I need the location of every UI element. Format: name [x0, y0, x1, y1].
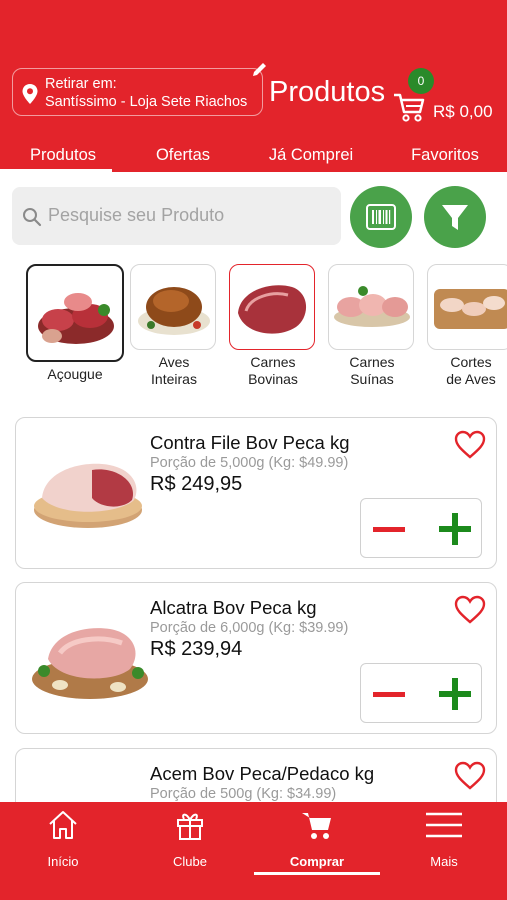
- category-carnes-bovinas[interactable]: Carnes Bovinas: [229, 264, 317, 388]
- category-image: [328, 264, 414, 350]
- nav-label: Início: [47, 854, 79, 869]
- category-image: [427, 264, 507, 350]
- category-label: Açougue: [47, 366, 103, 382]
- category-image: [229, 264, 315, 350]
- plus-icon: [452, 513, 458, 545]
- pickup-store-name: Santíssimo - Loja Sete Riachos: [45, 94, 248, 110]
- nav-label: Mais: [430, 854, 458, 869]
- nav-label: Comprar: [289, 854, 345, 869]
- beef-image: [238, 285, 307, 334]
- category-label: Carnes Suínas: [349, 354, 395, 387]
- category-image: [130, 264, 216, 350]
- plus-icon: [452, 678, 458, 710]
- product-portion: Porção de 500g (Kg: $34.99): [150, 786, 337, 802]
- product-image: [32, 628, 148, 699]
- pickup-location-selector[interactable]: Retirar em: Santíssimo - Loja Sete Riach…: [12, 63, 266, 116]
- category-cortes-de-aves[interactable]: Cortes de Aves: [427, 264, 507, 388]
- pork-image: [334, 286, 410, 327]
- nav-inicio[interactable]: Início: [0, 802, 126, 900]
- product-price: R$ 239,94: [150, 638, 243, 660]
- category-label: Aves Inteiras: [151, 354, 197, 387]
- active-tab-indicator: [0, 169, 112, 172]
- decrease-quantity-button[interactable]: [373, 692, 405, 697]
- product-name: Acem Bov Peca/Pedaco kg: [150, 763, 375, 784]
- heart-icon[interactable]: [454, 430, 486, 460]
- category-aves-inteiras[interactable]: Aves Inteiras: [130, 264, 218, 388]
- menu-icon: [426, 812, 462, 838]
- nav-mais[interactable]: Mais: [381, 802, 507, 900]
- product-card[interactable]: Alcatra Bov Peca kg Porção de 6,000g (Kg…: [15, 582, 497, 734]
- chicken-cuts-image: [434, 289, 507, 329]
- barcode-icon: [366, 204, 396, 230]
- product-image: [34, 463, 142, 528]
- tab-ofertas[interactable]: Ofertas: [120, 146, 246, 165]
- roast-chicken-image: [138, 287, 210, 335]
- category-carousel: Açougue Aves Inteiras Carnes Bovinas Car…: [0, 264, 507, 394]
- filter-button[interactable]: [424, 186, 486, 248]
- category-carnes-suinas[interactable]: Carnes Suínas: [328, 264, 416, 388]
- product-portion: Porção de 6,000g (Kg: $39.99): [150, 620, 349, 636]
- product-name: Contra File Bov Peca kg: [150, 432, 350, 453]
- category-label: Cortes de Aves: [446, 354, 496, 387]
- category-label: Carnes Bovinas: [248, 354, 298, 387]
- cart-icon: [302, 813, 331, 839]
- filter-icon: [442, 205, 468, 230]
- heart-icon[interactable]: [454, 761, 486, 791]
- home-icon: [49, 811, 77, 839]
- tab-produtos[interactable]: Produtos: [0, 146, 126, 165]
- heart-icon[interactable]: [454, 595, 486, 625]
- location-pin-icon: [22, 84, 38, 104]
- active-nav-indicator: [254, 872, 380, 875]
- cart-icon[interactable]: [392, 90, 426, 124]
- search-bar[interactable]: Pesquise seu Produto: [12, 187, 341, 245]
- search-placeholder: Pesquise seu Produto: [48, 205, 225, 225]
- product-price: R$ 249,95: [150, 473, 243, 495]
- bottom-navigation: Início Clube Comprar Mais: [0, 802, 507, 900]
- nav-label: Clube: [173, 854, 207, 869]
- tab-ja-comprei[interactable]: Já Comprei: [248, 146, 374, 165]
- quantity-stepper: [360, 498, 482, 558]
- category-acougue[interactable]: Açougue: [26, 264, 124, 383]
- barcode-scan-button[interactable]: [350, 186, 412, 248]
- app-header: Retirar em: Santíssimo - Loja Sete Riach…: [0, 0, 507, 172]
- nav-comprar[interactable]: Comprar: [254, 802, 380, 900]
- quantity-stepper: [360, 663, 482, 723]
- nav-clube[interactable]: Clube: [127, 802, 253, 900]
- product-name: Alcatra Bov Peca kg: [150, 597, 317, 618]
- pickup-label: Retirar em:: [45, 76, 117, 92]
- product-card[interactable]: Contra File Bov Peca kg Porção de 5,000g…: [15, 417, 497, 569]
- product-portion: Porção de 5,000g (Kg: $49.99): [150, 455, 349, 471]
- pencil-icon[interactable]: [250, 61, 268, 79]
- cart-total: R$ 0,00: [433, 102, 493, 121]
- meat-assortment-image: [38, 293, 114, 344]
- gift-icon: [177, 813, 203, 840]
- category-image: [26, 264, 124, 362]
- page-title: Produtos: [269, 76, 386, 108]
- tab-bar: Produtos Ofertas Já Comprei Favoritos: [0, 140, 507, 172]
- decrease-quantity-button[interactable]: [373, 527, 405, 532]
- tab-favoritos[interactable]: Favoritos: [382, 146, 507, 165]
- search-icon: [23, 208, 42, 227]
